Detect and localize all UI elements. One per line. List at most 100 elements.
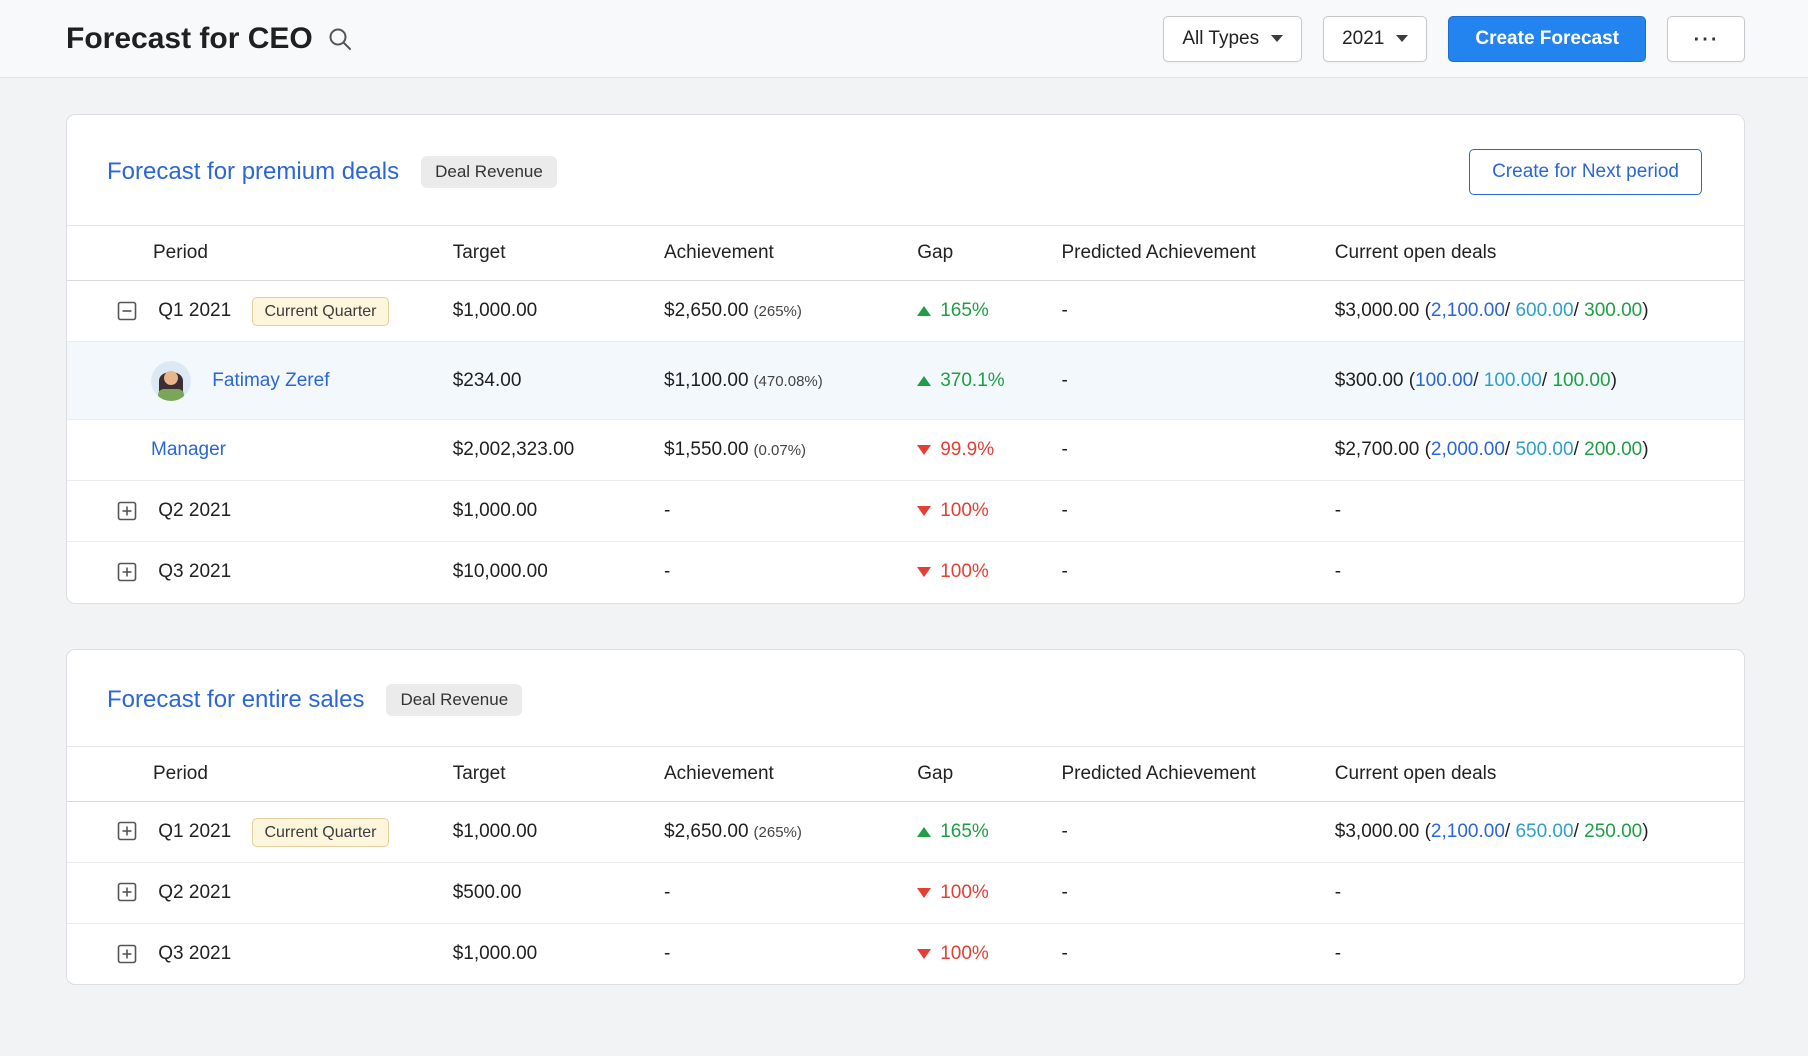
- target-value: $1,000.00: [452, 820, 538, 842]
- expand-icon[interactable]: [117, 562, 137, 582]
- open-deals-value: -: [1334, 861, 1744, 923]
- table-row[interactable]: Fatimay Zeref $234.00 $1,100.00 (470.08%)…: [67, 341, 1744, 420]
- achievement-pct: (265%): [753, 823, 802, 841]
- table-row[interactable]: Q3 2021 $1,000.00 - 100% - -: [67, 922, 1744, 984]
- open-deals-link-2[interactable]: 650.00: [1515, 821, 1573, 842]
- open-deals-link-3[interactable]: 300.00: [1584, 300, 1642, 321]
- achievement-pct: (470.08%): [753, 372, 823, 390]
- achievement-pct: (0.07%): [753, 442, 807, 459]
- current-quarter-badge: Current Quarter: [252, 297, 389, 326]
- gap-down-icon: [917, 506, 932, 516]
- open-deals-link-3[interactable]: 250.00: [1584, 821, 1642, 842]
- card-header: Forecast for entire sales Deal Revenue: [67, 650, 1744, 746]
- separator: /: [1541, 369, 1553, 391]
- separator: /: [1504, 820, 1516, 842]
- type-filter-dropdown[interactable]: All Types: [1163, 15, 1303, 62]
- expand-icon[interactable]: [117, 821, 137, 841]
- column-open-deals: Current open deals: [1334, 225, 1744, 281]
- forecast-table: Period Target Achievement Gap Predicted …: [67, 745, 1744, 984]
- open-deals-link-1[interactable]: 2,100.00: [1431, 821, 1505, 842]
- gap-value: 100%: [940, 500, 989, 521]
- open-deals-link-2[interactable]: 500.00: [1515, 439, 1573, 460]
- target-value: $500.00: [452, 861, 664, 923]
- column-achievement: Achievement: [664, 745, 918, 802]
- gap-down-icon: [917, 567, 932, 578]
- column-predicted: Predicted Achievement: [1061, 745, 1335, 802]
- open-deals-link-1[interactable]: 2,100.00: [1431, 300, 1505, 321]
- column-gap: Gap: [917, 225, 1062, 281]
- close-paren: ): [1610, 369, 1617, 391]
- close-paren: ): [1642, 439, 1649, 460]
- table-row[interactable]: Q2 2021 $500.00 - 100% - -: [67, 861, 1744, 923]
- column-achievement: Achievement: [664, 225, 918, 281]
- user-link[interactable]: Fatimay Zeref: [212, 370, 329, 391]
- predicted-value: -: [1061, 922, 1335, 984]
- open-deals-value: -: [1334, 922, 1744, 984]
- separator: /: [1573, 300, 1585, 321]
- create-next-period-button[interactable]: Create for Next period: [1469, 149, 1702, 195]
- create-forecast-button[interactable]: Create Forecast: [1448, 15, 1646, 62]
- period-label: Q1 2021: [158, 820, 232, 842]
- column-open-deals: Current open deals: [1334, 745, 1744, 802]
- expand-icon[interactable]: [117, 944, 137, 964]
- open-deals-total: $2,700.00 (: [1334, 439, 1431, 460]
- close-paren: ): [1642, 820, 1649, 842]
- table-row[interactable]: Q1 2021 Current Quarter $1,000.00 $2,650…: [67, 281, 1744, 342]
- column-target: Target: [452, 225, 664, 281]
- predicted-value: -: [1061, 861, 1335, 923]
- achievement-value: $1,100.00: [664, 369, 749, 391]
- expand-icon[interactable]: [117, 501, 137, 521]
- expand-icon[interactable]: [117, 882, 137, 902]
- period-label: Q3 2021: [158, 942, 232, 964]
- column-target: Target: [452, 745, 664, 802]
- separator: /: [1504, 439, 1516, 460]
- open-deals-link-2[interactable]: 100.00: [1484, 370, 1542, 391]
- current-quarter-badge: Current Quarter: [252, 817, 389, 847]
- gap-value: 370.1%: [940, 369, 1005, 391]
- achievement-value: -: [664, 541, 918, 603]
- gap-down-icon: [917, 445, 932, 455]
- period-label: Q2 2021: [158, 500, 232, 521]
- column-gap: Gap: [917, 745, 1062, 802]
- separator: /: [1573, 439, 1585, 460]
- gap-value: 100%: [940, 942, 989, 964]
- year-filter-value: 2021: [1342, 27, 1385, 49]
- predicted-value: -: [1061, 480, 1335, 542]
- card-title-link[interactable]: Forecast for entire sales: [107, 686, 364, 714]
- gap-down-icon: [917, 948, 932, 959]
- table-row[interactable]: Q3 2021 $10,000.00 - 100% - -: [67, 541, 1744, 603]
- open-deals-total: $3,000.00 (: [1334, 300, 1431, 321]
- separator: /: [1504, 300, 1516, 321]
- target-value: $1,000.00: [452, 300, 538, 321]
- table-row[interactable]: Q1 2021 Current Quarter $1,000.00 $2,650…: [67, 801, 1744, 862]
- open-deals-link-1[interactable]: 100.00: [1415, 370, 1473, 391]
- collapse-icon[interactable]: [117, 301, 137, 321]
- achievement-value: -: [664, 922, 918, 984]
- role-link[interactable]: Manager: [151, 439, 226, 460]
- table-row[interactable]: Q2 2021 $1,000.00 - 100% - -: [67, 480, 1744, 542]
- open-deals-link-3[interactable]: 100.00: [1552, 370, 1610, 391]
- gap-down-icon: [917, 887, 932, 898]
- year-filter-dropdown[interactable]: 2021: [1323, 15, 1428, 62]
- open-deals-total: $3,000.00 (: [1334, 820, 1431, 842]
- search-icon[interactable]: [327, 26, 353, 52]
- separator: /: [1573, 820, 1585, 842]
- more-options-button[interactable]: ⋯: [1667, 15, 1745, 62]
- open-deals-value: -: [1334, 541, 1744, 603]
- target-value: $2,002,323.00: [452, 419, 664, 481]
- gap-up-icon: [917, 375, 932, 386]
- table-row[interactable]: Manager $2,002,323.00 $1,550.00 (0.07%) 9…: [67, 419, 1744, 481]
- open-deals-total: $300.00 (: [1334, 369, 1416, 391]
- card-title-link[interactable]: Forecast for premium deals: [107, 158, 399, 186]
- period-label: Q1 2021: [158, 300, 232, 321]
- open-deals-link-3[interactable]: 200.00: [1584, 439, 1642, 460]
- column-predicted: Predicted Achievement: [1061, 225, 1335, 281]
- open-deals-link-2[interactable]: 600.00: [1515, 300, 1573, 321]
- open-deals-link-1[interactable]: 2,000.00: [1431, 439, 1505, 460]
- achievement-pct: (265%): [753, 303, 802, 320]
- predicted-value: -: [1061, 820, 1068, 842]
- achievement-value: -: [664, 861, 918, 923]
- predicted-value: -: [1061, 300, 1068, 321]
- separator: /: [1473, 369, 1484, 391]
- column-period: Period: [67, 745, 453, 802]
